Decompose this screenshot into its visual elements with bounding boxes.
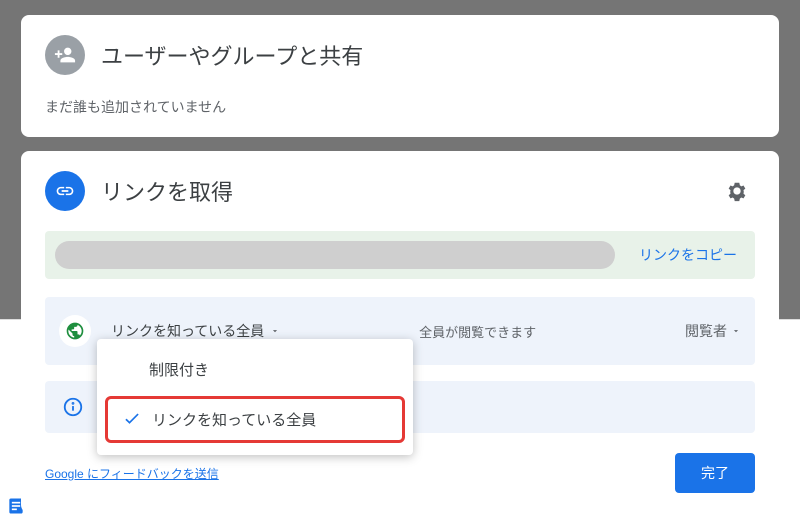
done-button[interactable]: 完了 <box>675 453 755 493</box>
footer-row: Google にフィードバックを送信 完了 <box>45 453 755 493</box>
dialog-container: ユーザーやグループと共有 まだ誰も追加されていません リンクを取得 リンクをコピ… <box>21 15 779 527</box>
link-panel: リンクを取得 リンクをコピー リンクを知っている全員 全 <box>21 151 779 513</box>
menu-item-label: リンクを知っている全員 <box>152 409 316 430</box>
person-add-icon <box>45 35 85 75</box>
access-description: 全員が閲覧できます <box>419 322 548 341</box>
link-icon <box>45 171 85 211</box>
share-title: ユーザーやグループと共有 <box>101 39 363 71</box>
link-title: リンクを取得 <box>101 175 233 207</box>
check-icon <box>122 408 142 432</box>
role-dropdown[interactable]: 閲覧者 <box>685 321 741 341</box>
share-none-added: まだ誰も追加されていません <box>45 97 755 117</box>
chevron-down-icon <box>270 323 280 339</box>
share-panel: ユーザーやグループと共有 まだ誰も追加されていません <box>21 15 779 137</box>
access-scope-menu: 制限付き リンクを知っている全員 <box>97 339 413 455</box>
link-url-row: リンクをコピー <box>45 231 755 279</box>
link-url-field[interactable] <box>55 241 615 269</box>
feedback-link[interactable]: Google にフィードバックを送信 <box>45 465 219 482</box>
chevron-down-icon <box>731 323 741 339</box>
gear-icon[interactable] <box>719 173 755 209</box>
share-header: ユーザーやグループと共有 <box>45 35 755 75</box>
menu-item-restricted[interactable]: 制限付き <box>97 347 413 392</box>
access-scope-label: リンクを知っている全員 <box>111 321 264 341</box>
copy-link-button[interactable]: リンクをコピー <box>627 237 749 273</box>
globe-icon <box>59 315 91 347</box>
access-section: リンクを知っている全員 全員が閲覧できます 閲覧者 制限付き <box>45 297 755 365</box>
menu-item-label: 制限付き <box>149 359 209 380</box>
role-label: 閲覧者 <box>685 321 727 341</box>
link-header: リンクを取得 <box>45 171 755 211</box>
info-icon <box>61 395 85 419</box>
menu-item-anyone[interactable]: リンクを知っている全員 <box>105 396 405 443</box>
